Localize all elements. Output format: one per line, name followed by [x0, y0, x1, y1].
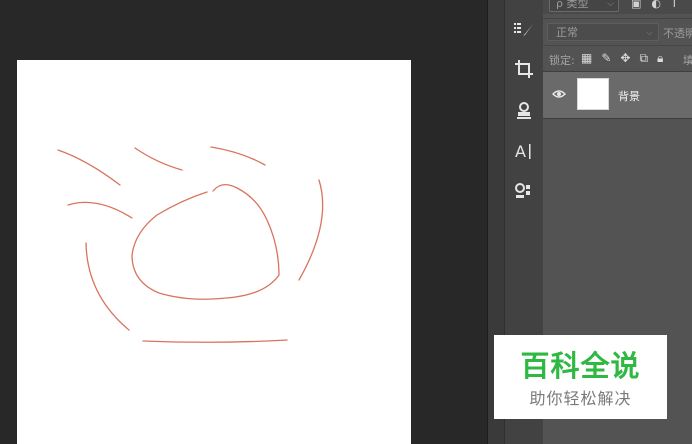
- stroke-line: [85, 242, 130, 331]
- stroke-shape: [131, 184, 280, 300]
- stroke-line: [134, 147, 183, 171]
- canvas-area[interactable]: [0, 0, 487, 444]
- chevron-down-icon: ⌵: [607, 0, 614, 9]
- stroke-line: [142, 339, 288, 343]
- lock-row: 锁定: ▦✎✥⧉🔒︎ 填: [543, 45, 692, 70]
- opacity-label: 不透明: [663, 27, 692, 40]
- lock-label: 锁定:: [549, 54, 575, 67]
- watermark-subtitle: 助你轻松解决: [529, 389, 632, 408]
- layer-name: 背景: [618, 90, 640, 103]
- stroke-line: [57, 149, 121, 186]
- filter-icons: ▣◐T: [631, 0, 688, 10]
- layer-row-background[interactable]: 背景: [543, 71, 692, 119]
- type-filter-icon[interactable]: T: [671, 0, 688, 10]
- stroke-line: [210, 146, 266, 166]
- stamp-icon[interactable]: [511, 99, 537, 123]
- crop-icon[interactable]: [511, 57, 537, 81]
- lock-transparent-icon[interactable]: ▦: [581, 51, 601, 65]
- watermark-title: 百科全说: [520, 349, 641, 383]
- svg-text:A: A: [515, 142, 526, 161]
- blend-mode-select[interactable]: 正常 ⌵: [547, 23, 659, 41]
- lock-all-icon[interactable]: 🔒︎: [657, 51, 672, 65]
- lock-icons: ▦✎✥⧉🔒︎: [581, 51, 672, 66]
- type-icon[interactable]: A: [511, 139, 537, 163]
- brush-icon[interactable]: [511, 18, 537, 42]
- chevron-down-icon: ⌵: [646, 28, 653, 38]
- eye-icon[interactable]: [552, 87, 566, 101]
- layer-filter-select[interactable]: ρ 类型 ⌵: [549, 0, 619, 12]
- document-canvas[interactable]: [17, 60, 411, 444]
- layer-filter-row: ρ 类型 ⌵ ▣◐T: [543, 0, 692, 14]
- stroke-line: [298, 179, 324, 281]
- adjustment-filter-icon[interactable]: ◐: [651, 0, 671, 10]
- stroke-line: [67, 201, 133, 219]
- lock-paint-icon[interactable]: ✎: [601, 51, 620, 65]
- fill-label: 填: [683, 54, 692, 67]
- image-filter-icon[interactable]: ▣: [631, 0, 651, 10]
- drawing-strokes: [57, 146, 324, 343]
- 3d-object-icon[interactable]: [511, 179, 537, 203]
- layer-thumbnail: [577, 78, 609, 110]
- blend-mode-row: 正常 ⌵ 不透明: [543, 18, 692, 45]
- blend-mode-value: 正常: [556, 26, 578, 39]
- lock-artboard-icon[interactable]: ⧉: [639, 51, 657, 65]
- watermark: 百科全说 助你轻松解决: [494, 335, 667, 419]
- filter-select-value: ρ 类型: [556, 0, 589, 10]
- lock-position-icon[interactable]: ✥: [620, 51, 639, 65]
